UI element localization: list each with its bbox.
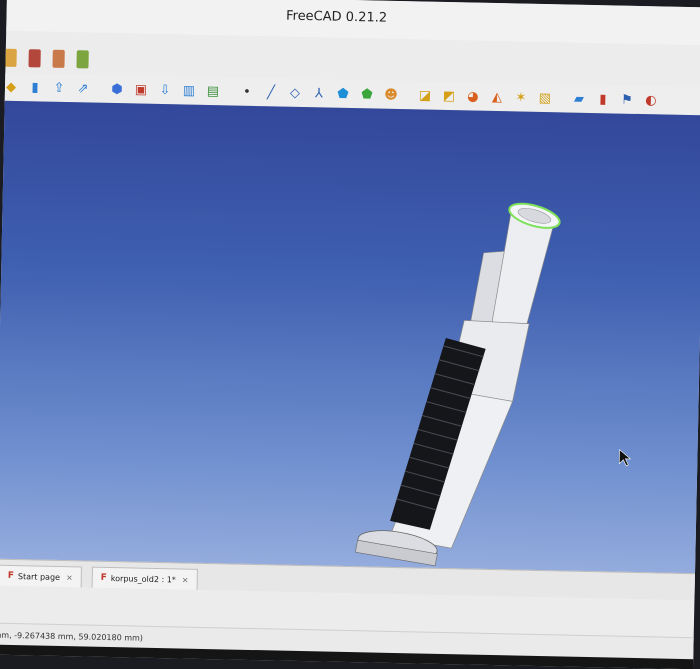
freecad-logo-icon: F — [100, 572, 107, 583]
plane-icon[interactable]: ◇ — [286, 84, 304, 102]
clone-icon[interactable]: ☻ — [382, 86, 400, 104]
part-box-icon[interactable]: ▥ — [180, 81, 198, 99]
tab-start-page[interactable]: F Start page × — [0, 564, 82, 588]
point-icon[interactable]: • — [238, 83, 256, 101]
part-icon[interactable]: ◆ — [2, 78, 20, 96]
std-view-icon[interactable]: ▤ — [204, 82, 222, 100]
body-icon[interactable]: ⬢ — [108, 80, 126, 98]
macro-toolbar — [1, 45, 92, 73]
groove-icon[interactable]: ▮ — [594, 90, 612, 108]
sketch-icon[interactable]: ▣ — [132, 80, 150, 98]
sweep-icon[interactable]: ✶ — [512, 88, 530, 106]
pad-icon[interactable]: ◪ — [416, 86, 434, 104]
revolution-icon[interactable]: ◕ — [464, 87, 482, 105]
3d-viewport[interactable] — [0, 100, 700, 582]
sub-shape-binder-icon[interactable]: ⬟ — [358, 85, 376, 103]
screen: FreeCAD 0.21.2 ◆ ▮ ⇪ ⇗ ⬢ ▣ ⇩ ▥ ▤ • ╱ ◇ ⅄… — [0, 0, 700, 669]
mirror-icon[interactable]: ◐ — [642, 91, 660, 109]
axis-icon[interactable]: ⅄ — [310, 84, 328, 102]
tab-korpus-old2[interactable]: F korpus_old2 : 1* × — [91, 566, 198, 590]
close-icon[interactable]: × — [182, 575, 189, 584]
window-title: FreeCAD 0.21.2 — [285, 8, 388, 26]
shape-binder-icon[interactable]: ⬟ — [334, 85, 352, 103]
title-bar: FreeCAD 0.21.2 — [6, 0, 700, 46]
line-icon[interactable]: ╱ — [262, 83, 280, 101]
link-icon[interactable]: ⇪ — [50, 79, 68, 97]
freecad-logo-icon: F — [7, 570, 15, 582]
close-icon[interactable]: × — [66, 573, 73, 582]
mouse-cursor-icon — [618, 449, 632, 467]
macro-execute-icon[interactable] — [76, 50, 89, 69]
additive-primitive-icon[interactable]: ▧ — [536, 89, 554, 107]
macro-stop-icon[interactable] — [28, 49, 41, 68]
cursor-coordinates: mm, -9.267438 mm, 59.020180 mm) — [0, 630, 144, 643]
loft-icon[interactable]: ◭ — [488, 88, 506, 106]
macro-record-icon[interactable] — [4, 48, 17, 67]
model-view — [355, 202, 632, 567]
open-folder-icon[interactable]: ▮ — [26, 78, 44, 96]
hole-icon[interactable]: ▰ — [570, 90, 588, 108]
subtractive-icon[interactable]: ⚑ — [618, 91, 636, 109]
part-check-icon[interactable]: ⇗ — [74, 79, 92, 97]
pocket-icon[interactable]: ◩ — [440, 87, 458, 105]
tab-label: korpus_old2 : 1* — [110, 573, 176, 584]
macro-edit-icon[interactable] — [52, 49, 65, 68]
import-icon[interactable]: ⇩ — [156, 81, 174, 99]
tab-label: Start page — [17, 571, 61, 582]
